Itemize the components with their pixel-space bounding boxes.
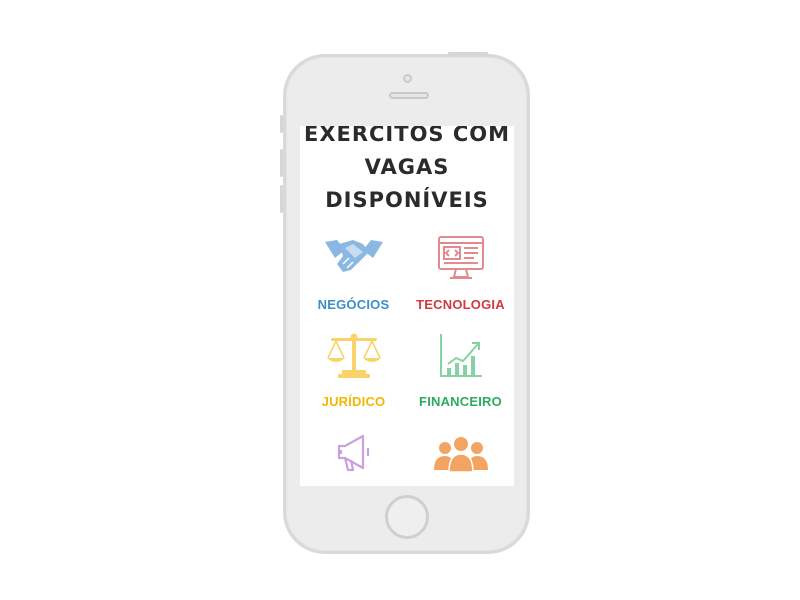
category-label: FINANCEIRO	[419, 394, 502, 409]
category-recursos-humanos[interactable]	[407, 432, 514, 480]
category-tecnologia[interactable]: TECNOLOGIA	[407, 234, 514, 312]
category-label: JURÍDICO	[321, 394, 386, 409]
category-marketing[interactable]	[300, 432, 407, 480]
volume-up-button	[280, 149, 283, 177]
category-negocios[interactable]: NEGÓCIOS	[300, 234, 407, 312]
category-financeiro[interactable]: FINANCEIRO	[407, 332, 514, 409]
phone-mockup: EXERCITOS COM VAGAS DISPONÍVEIS NEGÓCIOS	[280, 52, 530, 554]
power-button	[448, 52, 488, 55]
volume-down-button	[280, 185, 283, 213]
front-camera	[403, 74, 412, 83]
team-icon	[433, 437, 488, 473]
page-title-line-3: DISPONÍVEIS	[325, 188, 489, 212]
megaphone-icon	[337, 434, 369, 472]
page-title-line-1: EXERCITOS COM	[303, 126, 511, 146]
category-label: TECNOLOGIA	[416, 297, 505, 312]
handshake-icon	[324, 240, 383, 272]
growth-chart-icon	[439, 334, 482, 377]
category-label: NEGÓCIOS	[317, 297, 390, 312]
earpiece-speaker	[389, 92, 429, 99]
computer-code-icon	[437, 236, 484, 279]
scales-icon	[326, 333, 381, 378]
silent-switch	[280, 115, 283, 133]
home-button[interactable]	[385, 495, 429, 539]
category-juridico[interactable]: JURÍDICO	[300, 332, 407, 409]
phone-screen: EXERCITOS COM VAGAS DISPONÍVEIS NEGÓCIOS	[300, 126, 514, 486]
page-title-line-2: VAGAS	[364, 155, 450, 179]
page-title: EXERCITOS COM VAGAS DISPONÍVEIS	[300, 126, 514, 217]
